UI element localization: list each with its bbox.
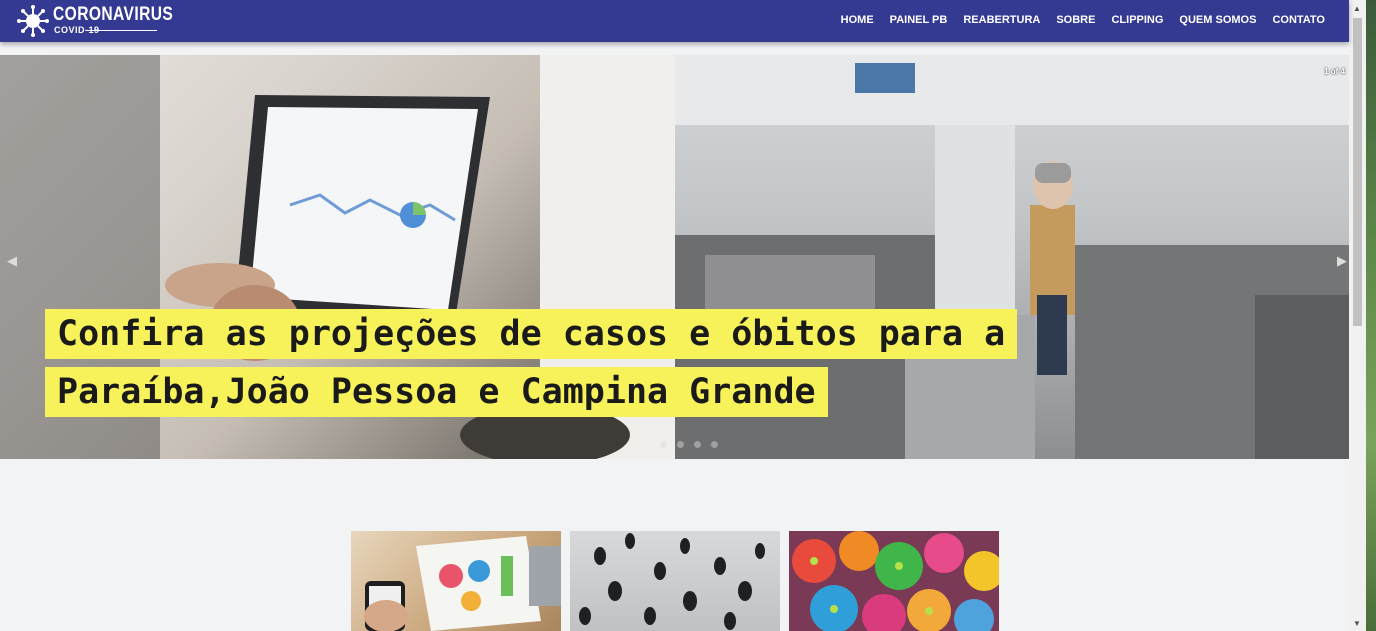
nav-quem-somos[interactable]: QUEM SOMOS [1179,14,1256,26]
slider-pagination [660,441,718,448]
card-image-data-charts[interactable] [351,531,561,631]
slider-dot-3[interactable] [694,441,701,448]
brand-underline [87,30,157,31]
nav-reabertura[interactable]: REABERTURA [963,14,1040,26]
top-navbar: CORONAVIRUS COVID-19 HOME PAINEL PB REAB… [0,0,1349,42]
brand-name: CORONAVIRUS [53,4,174,25]
slider-dot-4[interactable] [711,441,718,448]
slide-caption-line-1: Confira as projeções de casos e óbitos p… [45,309,1018,359]
card-image-virus-models[interactable] [789,531,999,631]
slider-dot-1[interactable] [660,441,667,448]
background-window-edge [1366,0,1376,631]
nav-home[interactable]: HOME [841,14,874,26]
nav-sobre[interactable]: SOBRE [1056,14,1095,26]
scroll-down-icon[interactable]: ▼ [1353,619,1361,628]
nav-contato[interactable]: CONTATO [1272,14,1325,26]
chevron-left-icon[interactable]: ◀ [7,253,17,269]
card-image-crowd[interactable] [570,531,780,631]
page-scrollbar[interactable]: ▲ ▼ [1349,0,1366,631]
scroll-up-icon[interactable]: ▲ [1353,4,1361,13]
virus-models-illustration [792,531,999,631]
nav-clipping[interactable]: CLIPPING [1111,14,1163,26]
slider-dot-2[interactable] [677,441,684,448]
nav-painel-pb[interactable]: PAINEL PB [890,14,948,26]
crowd-illustration [579,533,765,630]
scroll-thumb[interactable] [1353,18,1362,326]
slide-counter: 1 of 4 [1324,67,1345,76]
hero-slider: Confira as projeções de casos e óbitos p… [0,55,1349,459]
charts-illustration [364,536,561,631]
slide-caption-line-2: Paraíba,João Pessoa e Campina Grande [45,367,828,417]
chevron-right-icon[interactable]: ▶ [1337,253,1347,269]
main-menu: HOME PAINEL PB REABERTURA SOBRE CLIPPING… [841,14,1325,26]
virus-icon [17,5,49,37]
